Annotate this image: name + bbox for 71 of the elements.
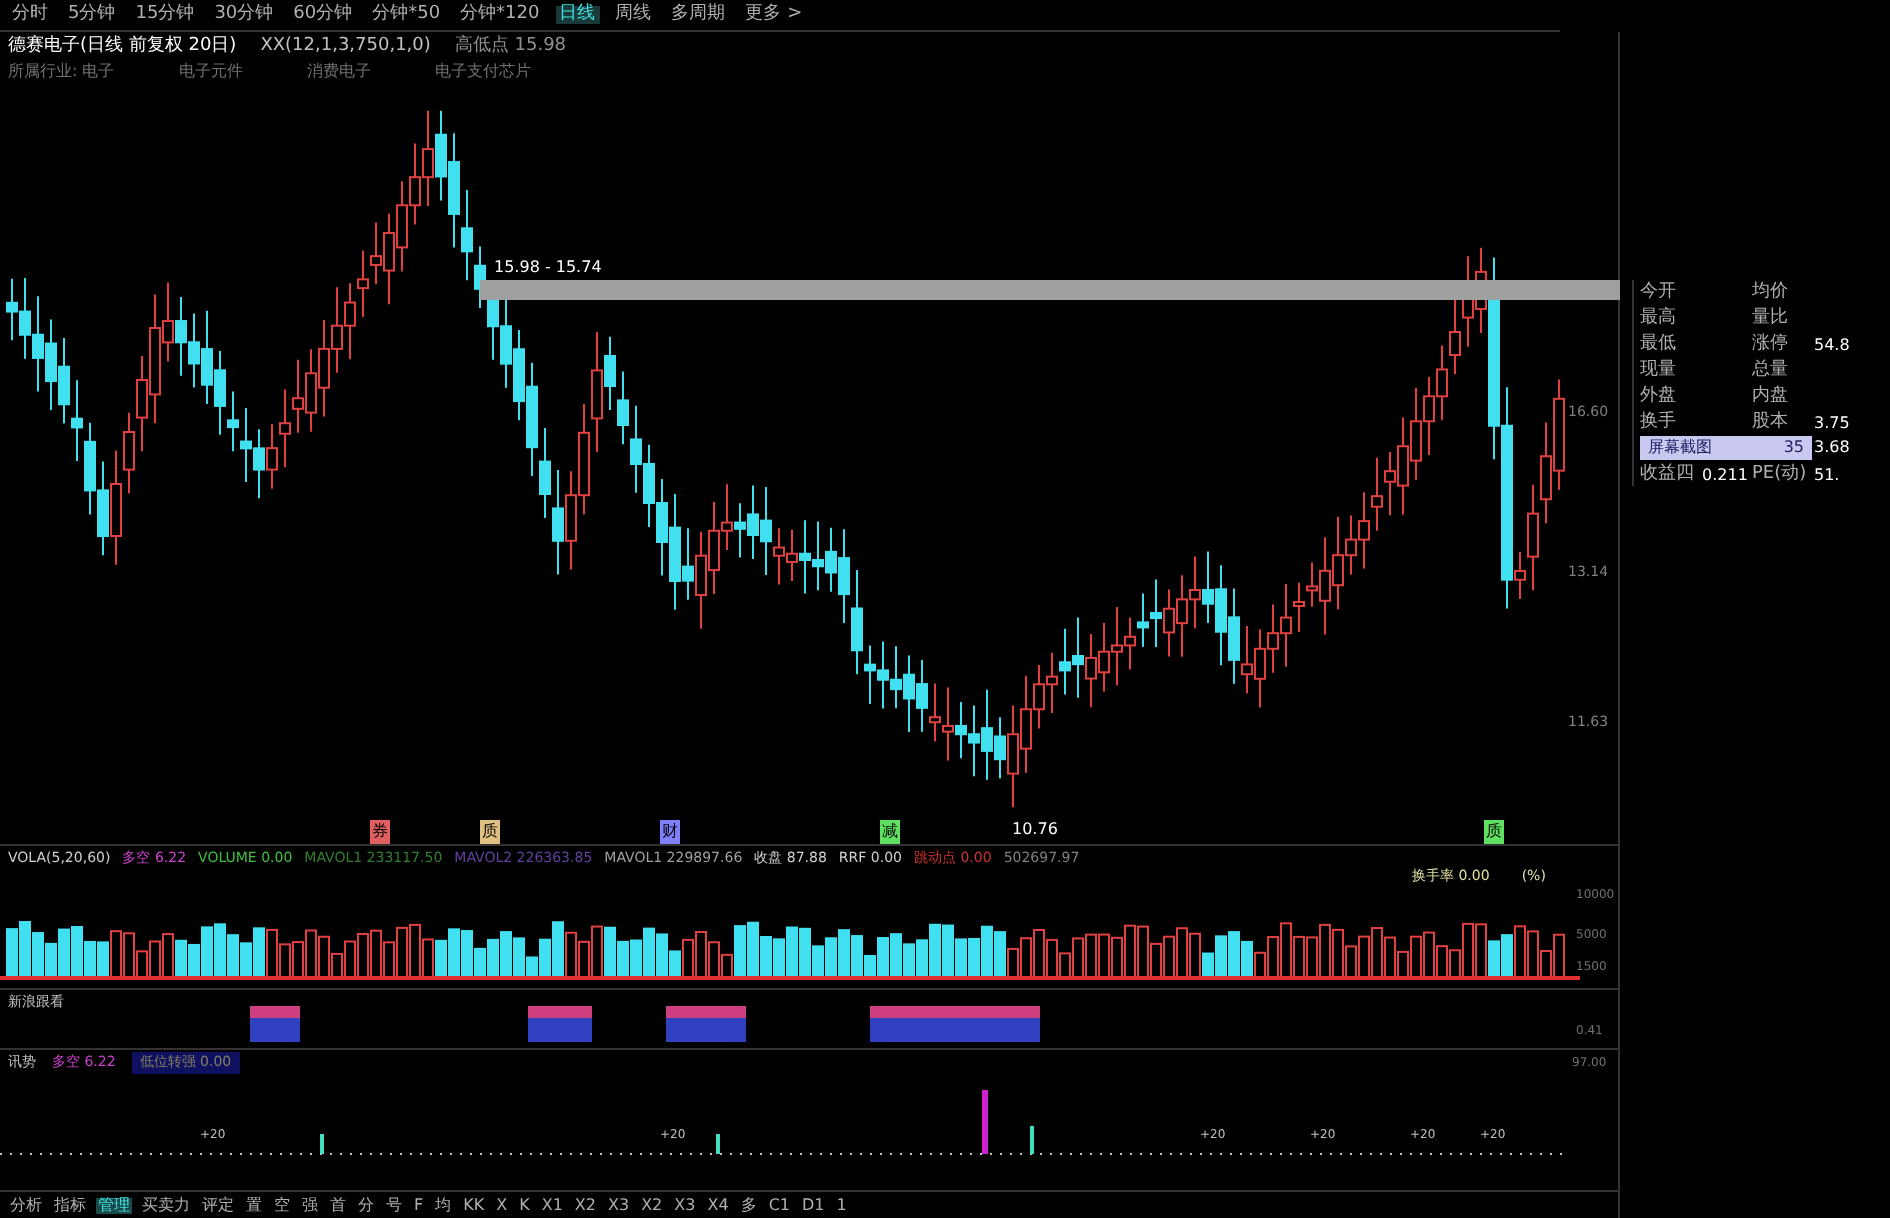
period-tab[interactable]: 60分钟 — [289, 6, 357, 24]
quote-label: 量比 — [1752, 306, 1790, 332]
period-tab[interactable]: 15分钟 — [131, 6, 199, 24]
indicator-value: 高低点 15.98 — [454, 34, 567, 60]
indicator-tab[interactable]: K — [517, 1197, 532, 1213]
period-tab[interactable]: 分钟*50 — [368, 6, 445, 24]
period-tab[interactable]: 分时 — [8, 6, 52, 24]
period-tab[interactable]: 多周期 — [667, 6, 730, 24]
period-tab[interactable]: 日线 — [555, 6, 600, 24]
quote-label: 股本 — [1752, 410, 1790, 436]
event-mark: 财 — [660, 820, 680, 844]
event-mark: 减 — [880, 820, 900, 844]
popup-label: 屏幕截图 — [1648, 436, 1712, 460]
period-tab[interactable]: 分钟*120 — [456, 6, 544, 24]
indicator-tab[interactable]: F — [412, 1197, 426, 1213]
indicator-tab[interactable]: 均 — [433, 1197, 454, 1213]
indicator-tab[interactable]: X4 — [705, 1197, 731, 1213]
info-label: 电子支付芯片 — [434, 60, 531, 84]
quote-value: 54.8 — [1814, 333, 1852, 358]
indicator-tab[interactable]: 置 — [244, 1197, 264, 1213]
indicator-params: XX(12,1,3,750,1,0) — [260, 34, 431, 60]
quote-value: 3.68 — [1814, 436, 1852, 460]
indicator-tab[interactable]: X2 — [572, 1197, 598, 1213]
indicator-tab[interactable]: 首 — [328, 1197, 348, 1213]
event-mark: 券 — [370, 820, 390, 844]
event-mark: 质 — [480, 820, 500, 844]
indicator-tab[interactable]: 买卖力 — [140, 1197, 192, 1213]
indicator-tab[interactable]: 管理 — [96, 1197, 132, 1213]
quote-label: 内盘 — [1752, 384, 1790, 410]
indicator-tab[interactable]: 分析 — [8, 1197, 44, 1213]
indicator-tab[interactable]: X — [494, 1197, 510, 1213]
price-label: 15.98 - 15.74 — [492, 256, 604, 280]
quote-label: 最低 — [1640, 332, 1678, 358]
info-label: 消费电子 — [306, 60, 371, 84]
chart-title: 德赛电子(日线 前复权 20日) — [8, 34, 237, 60]
quote-label: 外盘 — [1640, 384, 1678, 410]
event-mark: 质 — [1484, 820, 1504, 844]
indicator-tab[interactable]: 强 — [300, 1197, 320, 1213]
quote-value: 0.211 — [1702, 463, 1750, 488]
quote-label: 总量 — [1752, 358, 1790, 384]
indicator-tab[interactable]: 号 — [384, 1197, 404, 1213]
indicator-tab[interactable]: KK — [461, 1197, 487, 1213]
indicator-tab[interactable]: 分 — [356, 1197, 376, 1213]
quote-value: 51. — [1814, 463, 1842, 488]
info-label: 所属行业: 电子 — [8, 60, 115, 84]
indicator-tab[interactable]: D1 — [800, 1197, 827, 1213]
indicator-tab[interactable]: 多 — [738, 1197, 759, 1213]
period-tab[interactable]: 周线 — [611, 6, 656, 24]
quote-label: 换手 — [1640, 410, 1678, 436]
indicator-tab[interactable]: 指标 — [52, 1197, 88, 1213]
indicator-tab[interactable]: 评定 — [200, 1197, 236, 1213]
popup-value: 35 — [1783, 436, 1804, 460]
indicator-tab[interactable]: X2 — [639, 1197, 665, 1213]
period-tab[interactable]: 5分钟 — [64, 6, 120, 24]
quote-label: 今开 — [1640, 280, 1678, 306]
indicator-tab[interactable]: X3 — [672, 1197, 698, 1213]
quote-value: 3.75 — [1814, 411, 1852, 436]
info-label: 电子元件 — [178, 60, 243, 84]
quote-label: 现量 — [1640, 358, 1678, 384]
indicator-tab[interactable]: X3 — [606, 1197, 632, 1213]
quote-label: 均价 — [1752, 280, 1790, 306]
indicator-tab[interactable]: C1 — [766, 1197, 792, 1213]
indicator-tab[interactable]: 1 — [834, 1197, 849, 1213]
indicator-tab[interactable]: X1 — [539, 1197, 565, 1213]
indicator-tab[interactable]: 空 — [272, 1197, 292, 1213]
quote-label: 涨停 — [1752, 332, 1790, 358]
quote-label: PE(动) — [1752, 462, 1809, 488]
period-tab[interactable]: 30分钟 — [210, 6, 278, 24]
period-tab[interactable]: 更多 > — [741, 6, 807, 24]
quote-label: 最高 — [1640, 306, 1678, 332]
quote-label: 收益四 — [1640, 462, 1696, 488]
